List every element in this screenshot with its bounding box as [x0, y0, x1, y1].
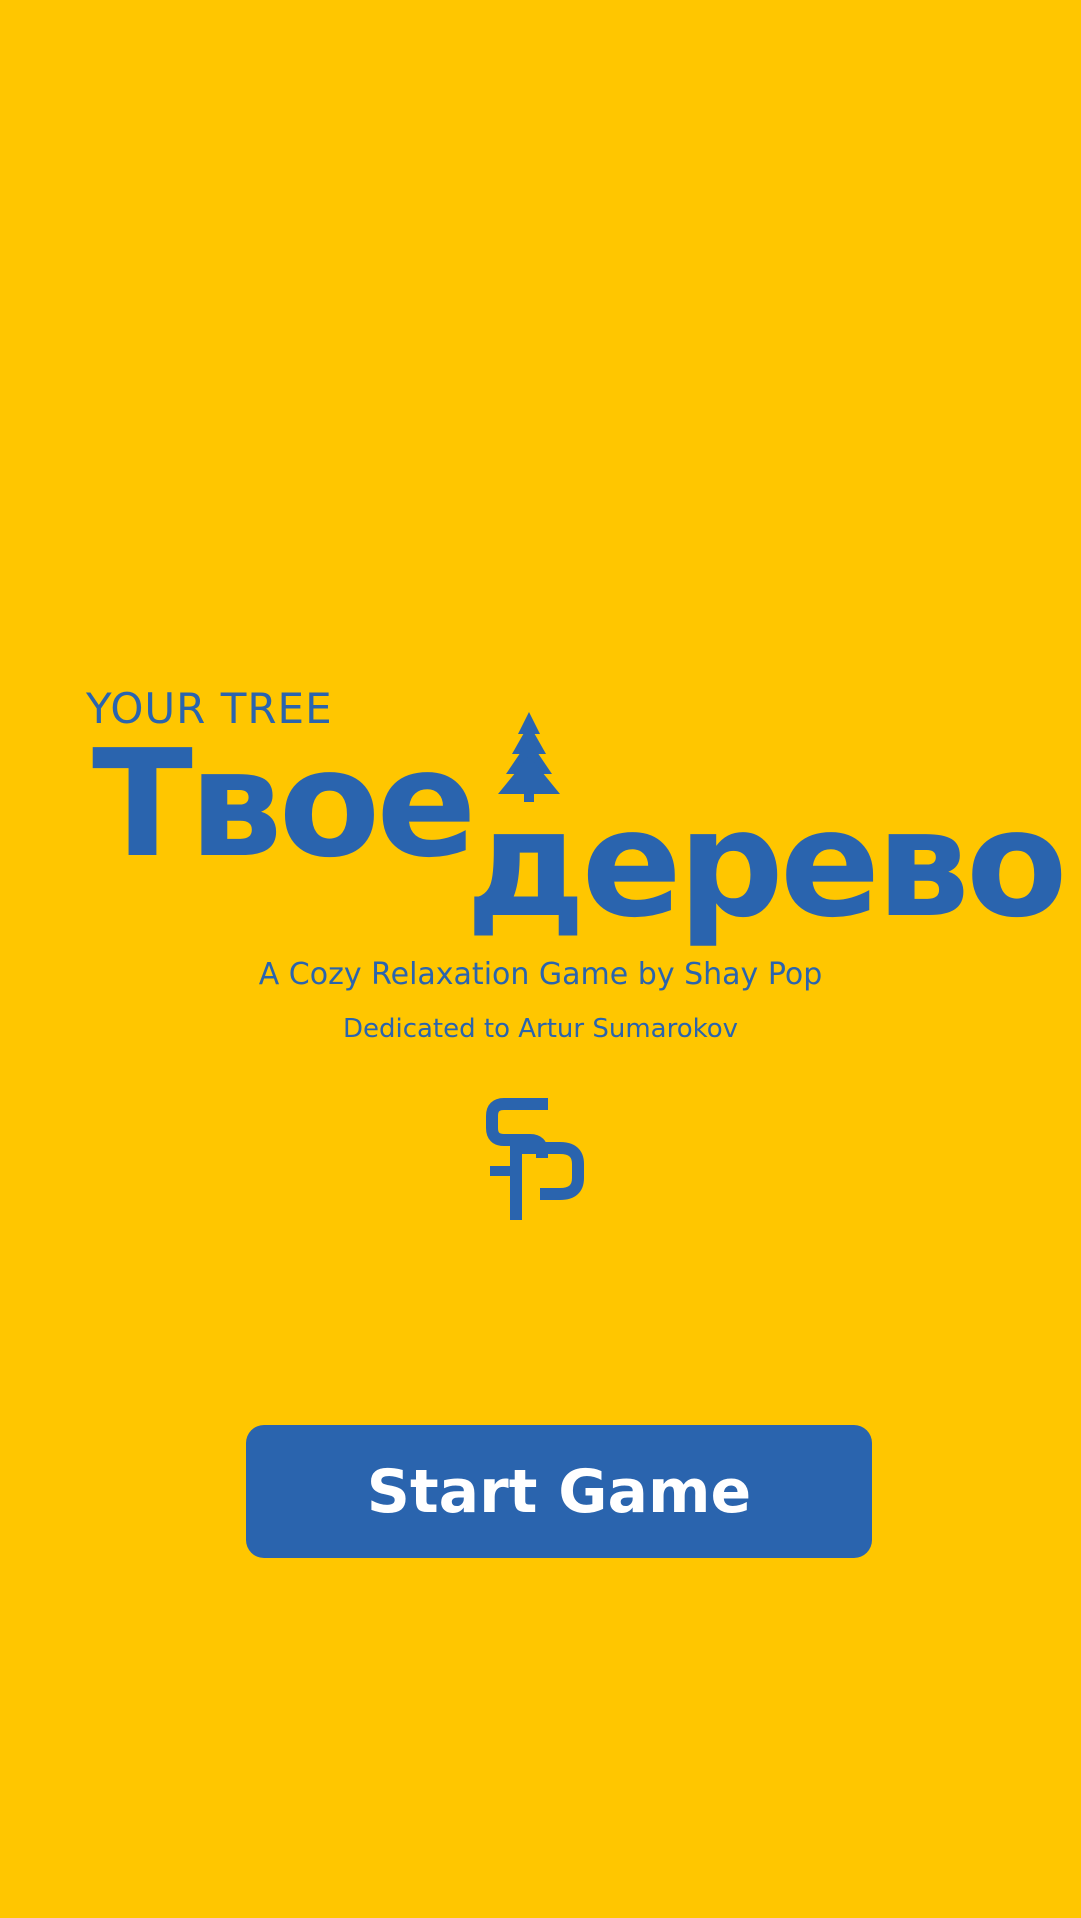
- game-title-word-1: Твое: [92, 718, 477, 890]
- title-screen: YOUR TREE Твое дерево A Cozy Relaxation …: [0, 0, 1081, 1918]
- start-game-button[interactable]: Start Game: [246, 1425, 872, 1558]
- game-title-word-2: дерево: [466, 778, 1068, 950]
- sp-logo: [486, 1098, 584, 1220]
- tagline: A Cozy Relaxation Game by Shay Pop: [258, 957, 823, 992]
- dedication: Dedicated to Artur Sumarokov: [342, 1014, 739, 1044]
- start-game-label: Start Game: [366, 1456, 752, 1527]
